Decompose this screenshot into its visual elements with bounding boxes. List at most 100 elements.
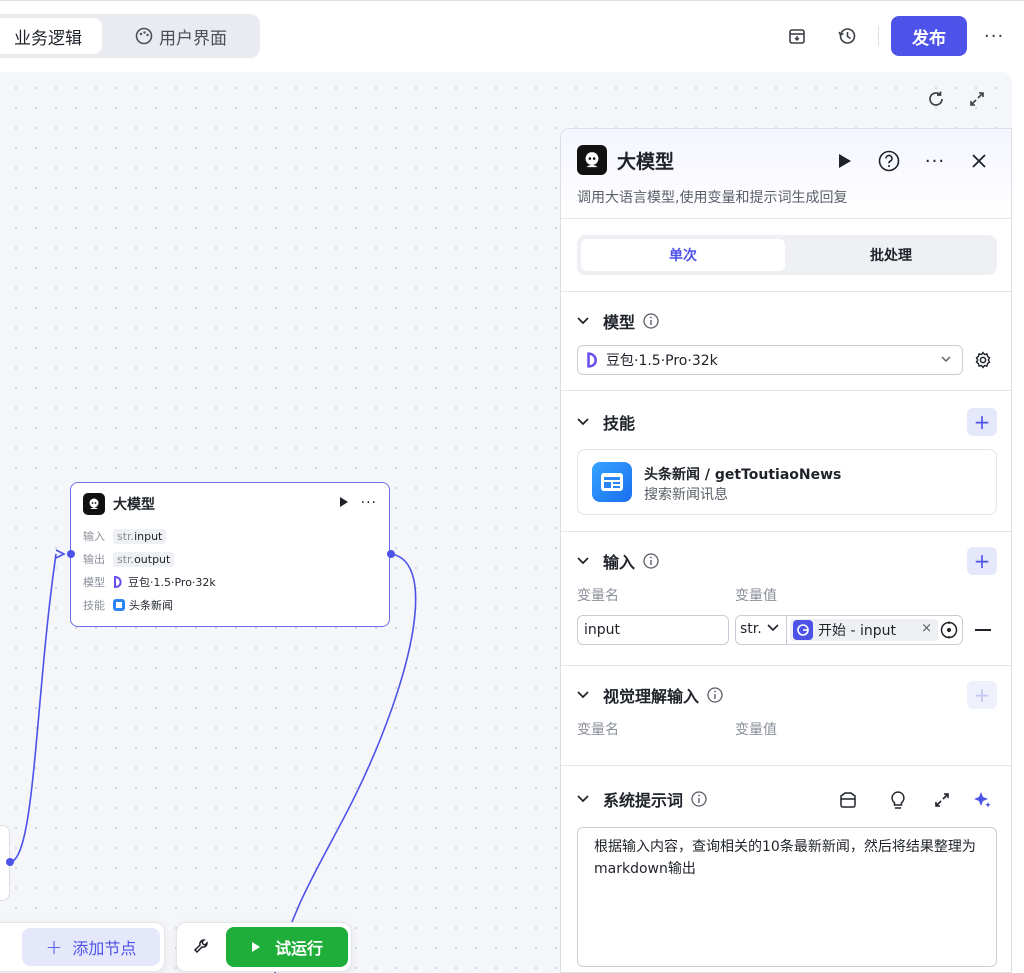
news-icon bbox=[113, 599, 125, 611]
remove-variable-button[interactable] bbox=[975, 629, 991, 631]
add-node-label: 添加节点 bbox=[72, 939, 137, 958]
close-icon[interactable] bbox=[967, 149, 991, 173]
expand-icon[interactable] bbox=[931, 789, 953, 811]
add-vision-input-button[interactable]: + bbox=[967, 681, 997, 709]
prompt-section-header[interactable]: 系统提示词 bbox=[577, 787, 707, 811]
row-key: 输入 bbox=[83, 530, 105, 543]
variable-type: str. bbox=[740, 621, 762, 637]
section-title: 输入 bbox=[603, 553, 636, 572]
skill-section-header[interactable]: 技能 bbox=[577, 410, 635, 434]
variable-name-input[interactable]: input bbox=[577, 615, 729, 645]
row-value: input bbox=[134, 529, 163, 543]
type-prefix: str. bbox=[117, 552, 135, 566]
chevron-down-icon bbox=[766, 621, 780, 637]
refresh-icon[interactable] bbox=[924, 87, 948, 111]
gear-icon[interactable] bbox=[971, 348, 995, 372]
publish-button[interactable]: 发布 bbox=[891, 16, 967, 56]
section-title: 视觉理解输入 bbox=[603, 687, 700, 706]
add-input-button[interactable]: + bbox=[967, 547, 997, 575]
doubao-icon bbox=[586, 352, 600, 368]
lightbulb-icon[interactable] bbox=[887, 789, 909, 811]
section-title: 模型 bbox=[603, 313, 636, 332]
add-node-button[interactable]: + 添加节点 bbox=[22, 928, 160, 966]
type-prefix: str. bbox=[117, 529, 135, 543]
node-row-input: 输入 str.input bbox=[83, 527, 167, 545]
history-icon[interactable] bbox=[835, 24, 859, 48]
wrench-icon[interactable] bbox=[190, 934, 214, 958]
expand-icon[interactable] bbox=[965, 87, 989, 111]
column-label-name: 变量名 bbox=[577, 722, 619, 738]
system-prompt-textarea[interactable]: 根据输入内容，查询相关的10条最新新闻，然后将结果整理为markdown输出 bbox=[577, 827, 997, 967]
play-icon[interactable] bbox=[833, 149, 857, 173]
row-value: 头条新闻 bbox=[129, 599, 173, 612]
row-tag: str.output bbox=[113, 551, 175, 567]
close-icon[interactable]: × bbox=[921, 621, 932, 636]
row-key: 模型 bbox=[83, 576, 105, 589]
section-divider bbox=[561, 531, 1011, 532]
output-port[interactable] bbox=[6, 858, 14, 866]
model-section-header[interactable]: 模型 bbox=[577, 309, 659, 333]
chevron-down-icon bbox=[577, 557, 591, 565]
section-title: 技能 bbox=[603, 414, 636, 433]
column-label-value: 变量值 bbox=[735, 588, 777, 604]
section-divider bbox=[561, 765, 1011, 766]
trial-run-button[interactable]: 试运行 bbox=[226, 927, 348, 967]
skill-card[interactable]: 头条新闻 / getToutiaoNews 搜索新闻讯息 bbox=[577, 449, 997, 515]
variable-type-select[interactable]: str. bbox=[740, 621, 780, 637]
more-icon[interactable]: ··· bbox=[923, 149, 947, 173]
archive-icon[interactable] bbox=[785, 24, 809, 48]
ai-sparkle-icon[interactable] bbox=[971, 789, 993, 811]
node-more-icon[interactable]: ··· bbox=[361, 495, 377, 511]
start-node-icon bbox=[793, 620, 813, 640]
target-icon[interactable] bbox=[940, 621, 958, 643]
segment-single[interactable]: 单次 bbox=[581, 239, 785, 271]
info-icon[interactable] bbox=[707, 687, 723, 703]
more-icon[interactable]: ··· bbox=[984, 26, 1004, 47]
node-row-model: 模型 豆包·1.5·Pro·32k bbox=[83, 573, 216, 591]
model-select[interactable]: 豆包·1.5·Pro·32k bbox=[577, 345, 963, 375]
add-skill-button[interactable]: + bbox=[967, 408, 997, 436]
row-value: 豆包·1.5·Pro·32k bbox=[128, 576, 216, 589]
node-config-panel: 大模型 调用大语言模型,使用变量和提示词生成回复 ··· 单次 批处理 模型 豆… bbox=[560, 128, 1012, 973]
doubao-icon bbox=[113, 576, 124, 588]
section-divider bbox=[561, 390, 1011, 391]
plus-icon: + bbox=[45, 935, 63, 959]
skill-description: 搜索新闻讯息 bbox=[644, 487, 728, 503]
info-icon[interactable] bbox=[643, 313, 659, 329]
news-icon bbox=[592, 462, 632, 502]
column-label-value: 变量值 bbox=[735, 722, 777, 738]
field-divider bbox=[786, 616, 787, 644]
panel-title: 大模型 bbox=[617, 151, 675, 173]
input-section-header[interactable]: 输入 bbox=[577, 549, 659, 573]
panel-header: 大模型 调用大语言模型,使用变量和提示词生成回复 ··· bbox=[561, 129, 1011, 219]
node-title: 大模型 bbox=[113, 497, 155, 513]
output-port[interactable] bbox=[387, 550, 395, 558]
run-mode-segment: 单次 批处理 bbox=[577, 235, 997, 275]
play-icon bbox=[251, 941, 261, 953]
segment-batch[interactable]: 批处理 bbox=[789, 239, 993, 271]
section-divider bbox=[561, 665, 1011, 666]
prompt-library-icon[interactable] bbox=[837, 789, 859, 811]
node-actions: ··· bbox=[339, 495, 377, 511]
input-port[interactable] bbox=[67, 550, 75, 558]
reference-label: 开始 - input bbox=[818, 623, 896, 639]
variable-value-field[interactable]: str. 开始 - input × bbox=[735, 615, 963, 645]
chevron-down-icon bbox=[577, 317, 591, 325]
trial-run-label: 试运行 bbox=[274, 939, 323, 958]
panel-description: 调用大语言模型,使用变量和提示词生成回复 bbox=[577, 190, 848, 206]
help-icon[interactable] bbox=[877, 149, 901, 173]
vision-section-header[interactable]: 视觉理解输入 bbox=[577, 683, 723, 707]
section-divider bbox=[561, 291, 1011, 292]
info-icon[interactable] bbox=[691, 791, 707, 807]
play-icon[interactable] bbox=[339, 496, 349, 511]
variable-reference-tag[interactable]: 开始 - input × bbox=[790, 619, 938, 641]
toolbar-divider bbox=[878, 26, 879, 46]
llm-node[interactable]: 大模型 ··· 输入 str.input 输出 str.output 模型 豆包… bbox=[70, 482, 390, 627]
llm-logo-icon bbox=[83, 493, 105, 515]
row-key: 输出 bbox=[83, 553, 105, 566]
info-icon[interactable] bbox=[643, 553, 659, 569]
llm-logo-icon bbox=[577, 145, 607, 175]
node-header: 大模型 bbox=[83, 493, 155, 515]
right-edge bbox=[1012, 72, 1024, 973]
node-row-skill: 技能 头条新闻 bbox=[83, 596, 173, 614]
